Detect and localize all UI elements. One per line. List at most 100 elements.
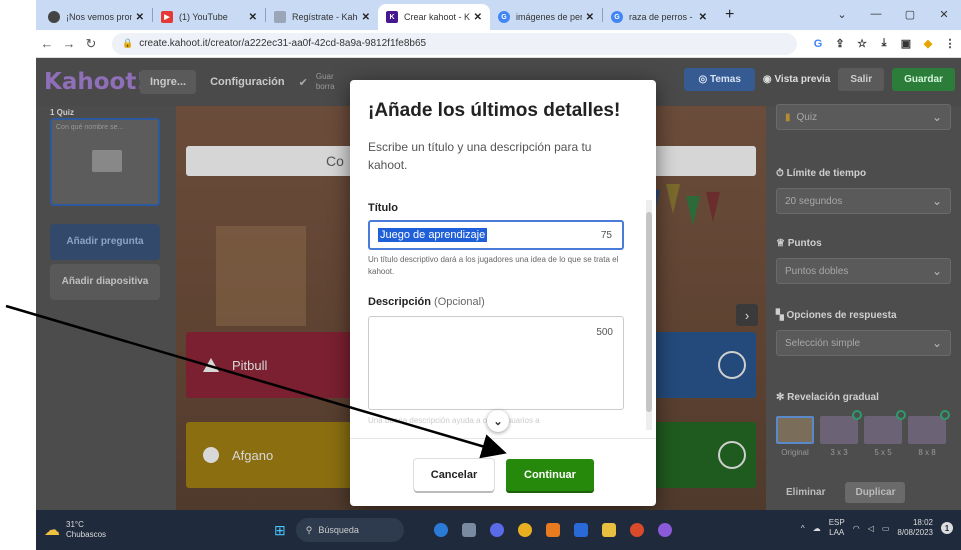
settings-button[interactable]: Configuración <box>210 76 285 88</box>
wifi-icon[interactable]: ◠ <box>853 524 860 533</box>
share-icon[interactable]: ⇪ <box>829 37 851 50</box>
title-input-value: Juego de aprendizaje <box>378 228 488 242</box>
time-limit-text: Límite de tiempo <box>786 168 867 179</box>
cloud-icon[interactable]: ☁ <box>813 524 821 533</box>
google-lens-icon[interactable]: G <box>807 38 829 50</box>
scroll-down-icon[interactable]: ⌄ <box>487 410 509 432</box>
chrome-icon[interactable] <box>517 523 532 537</box>
question-thumbnail[interactable]: 1 Quiz Con qué nombre se... <box>50 108 160 206</box>
exit-button[interactable]: Salir <box>838 68 885 91</box>
language-indicator[interactable]: ESP LAA <box>829 518 845 538</box>
tab-list-icon[interactable]: ⌄ <box>825 0 859 28</box>
tab-label: raza de perros - Bu <box>629 12 695 22</box>
chevron-up-icon[interactable]: ^ <box>801 524 805 533</box>
delete-button[interactable]: Eliminar <box>776 482 835 503</box>
clock-time: 18:02 <box>912 518 933 527</box>
themes-button[interactable]: ◎ Temas <box>684 68 755 91</box>
chevron-right-icon[interactable]: › <box>736 304 758 326</box>
weather-widget[interactable]: ☁ 31°C Chubascos <box>44 520 274 540</box>
time-limit-value: 20 segundos <box>785 195 843 207</box>
clock[interactable]: 18:02 8/08/2023 <box>897 518 933 538</box>
close-tab-icon[interactable]: ✕ <box>136 12 144 23</box>
close-tab-icon[interactable]: ✕ <box>474 12 482 23</box>
sidebar-icon[interactable]: ▣ <box>895 37 917 50</box>
clock-icon: ⏱ <box>776 168 787 179</box>
close-tab-icon[interactable]: ✕ <box>362 12 370 23</box>
title-input[interactable]: Juego de aprendizaje 75 <box>368 220 624 250</box>
title-field-label: Título <box>368 202 398 214</box>
menu-dots-icon[interactable]: ⋮ <box>939 37 961 50</box>
url-text: create.kahoot.it/creator/a222ec31-aa0f-4… <box>139 38 427 49</box>
reveal-option-original[interactable] <box>776 416 814 444</box>
browser-tab[interactable]: Gimágenes de perro ✕ <box>490 4 602 30</box>
url-field[interactable]: 🔒 create.kahoot.it/creator/a222ec31-aa0f-… <box>112 32 797 55</box>
browser-tab-bar: ¡Nos vemos pronto ✕ ▶ (1) YouTube ✕ Regístr… <box>36 0 961 30</box>
browser-tab-active[interactable]: K Crear kahoot - Kah ✕ <box>378 4 490 30</box>
app-icon[interactable] <box>657 523 672 537</box>
forward-icon[interactable]: → <box>58 36 80 51</box>
question-type-select[interactable]: ▮ Quiz ⌄ <box>776 104 951 130</box>
answer-options-select[interactable]: Selección simple ⌄ <box>776 330 951 356</box>
app-icon[interactable] <box>489 523 504 537</box>
reveal-option-5x5[interactable] <box>864 410 906 444</box>
notification-icon[interactable]: 1 <box>941 522 953 534</box>
bunting-flag <box>666 184 680 214</box>
correct-answer-toggle[interactable] <box>718 441 746 469</box>
dialog-scrollbar-thumb[interactable] <box>646 212 652 412</box>
kahoot-favicon-icon: K <box>386 11 398 23</box>
dialog-description: Escribe un título y una descripción para… <box>368 140 592 172</box>
browser-tab[interactable]: ▶ (1) YouTube ✕ <box>153 4 265 30</box>
browser-tab[interactable]: Graza de perros - Bu ✕ <box>603 4 715 30</box>
answer-options-value: Selección simple <box>785 337 861 349</box>
volume-icon[interactable]: ◁ <box>868 524 874 533</box>
battery-icon[interactable]: ▭ <box>882 524 890 533</box>
reveal-option-3x3[interactable] <box>820 410 862 444</box>
description-input[interactable]: 500 <box>368 316 624 410</box>
close-tab-icon[interactable]: ✕ <box>249 12 257 23</box>
points-select[interactable]: Puntos dobles ⌄ <box>776 258 951 284</box>
kahoot-logo[interactable]: Kahoot! <box>44 69 147 95</box>
clock-date: 8/08/2023 <box>897 528 933 537</box>
app-icon[interactable] <box>629 523 644 537</box>
sparkle-icon: ✻ <box>776 392 788 403</box>
gradual-reveal-label: ✻ Revelación gradual <box>776 392 879 403</box>
maximize-icon[interactable]: ▢ <box>893 0 927 28</box>
extension-icon[interactable]: ◆ <box>917 37 939 50</box>
grid-icon: ▚ <box>776 310 787 321</box>
back-icon[interactable]: ← <box>36 36 58 51</box>
close-tab-icon[interactable]: ✕ <box>586 12 594 23</box>
folder-icon[interactable] <box>601 523 616 537</box>
weather-text: 31°C Chubascos <box>66 520 106 540</box>
taskbar-search[interactable]: ⚲ Búsqueda <box>295 518 404 542</box>
add-question-button[interactable]: Añadir pregunta <box>50 224 160 260</box>
windows-start-icon[interactable]: ⊞ <box>274 522 286 539</box>
cancel-button[interactable]: Cancelar <box>414 459 494 491</box>
kahoot-title-button[interactable]: Ingre... <box>140 70 197 94</box>
new-tab-icon[interactable]: + <box>715 6 744 24</box>
quiz-icon: ▮ <box>785 111 791 123</box>
download-icon[interactable]: ⤓ <box>873 37 895 50</box>
duplicate-button[interactable]: Duplicar <box>845 482 906 503</box>
description-label-text: Descripción <box>368 296 431 308</box>
browser-tab[interactable]: Regístrate - Kahoot ✕ <box>266 4 378 30</box>
dialog-title: ¡Añade los últimos detalles! <box>368 100 621 121</box>
add-slide-button[interactable]: Añadir diapositiva <box>50 264 160 300</box>
reveal-option-8x8[interactable] <box>908 410 950 444</box>
premium-badge-icon <box>940 410 950 420</box>
close-tab-icon[interactable]: ✕ <box>699 12 707 23</box>
browser-tab[interactable]: ¡Nos vemos pronto ✕ <box>40 4 152 30</box>
app-icon[interactable] <box>461 523 476 537</box>
time-limit-select[interactable]: 20 segundos ⌄ <box>776 188 951 214</box>
preview-button[interactable]: ◉ Vista previa <box>763 74 830 85</box>
app-icon[interactable] <box>573 523 588 537</box>
continue-button[interactable]: Continuar <box>506 459 594 491</box>
question-actions: Eliminar Duplicar <box>776 482 906 503</box>
app-icon[interactable] <box>545 523 560 537</box>
close-window-icon[interactable]: ✕ <box>927 0 961 28</box>
reload-icon[interactable]: ↻ <box>80 36 102 52</box>
save-button[interactable]: Guardar <box>892 68 955 91</box>
correct-answer-toggle[interactable] <box>718 351 746 379</box>
app-icon[interactable] <box>433 523 448 537</box>
bookmark-star-icon[interactable]: ☆ <box>851 37 873 50</box>
minimize-icon[interactable]: — <box>859 0 893 28</box>
